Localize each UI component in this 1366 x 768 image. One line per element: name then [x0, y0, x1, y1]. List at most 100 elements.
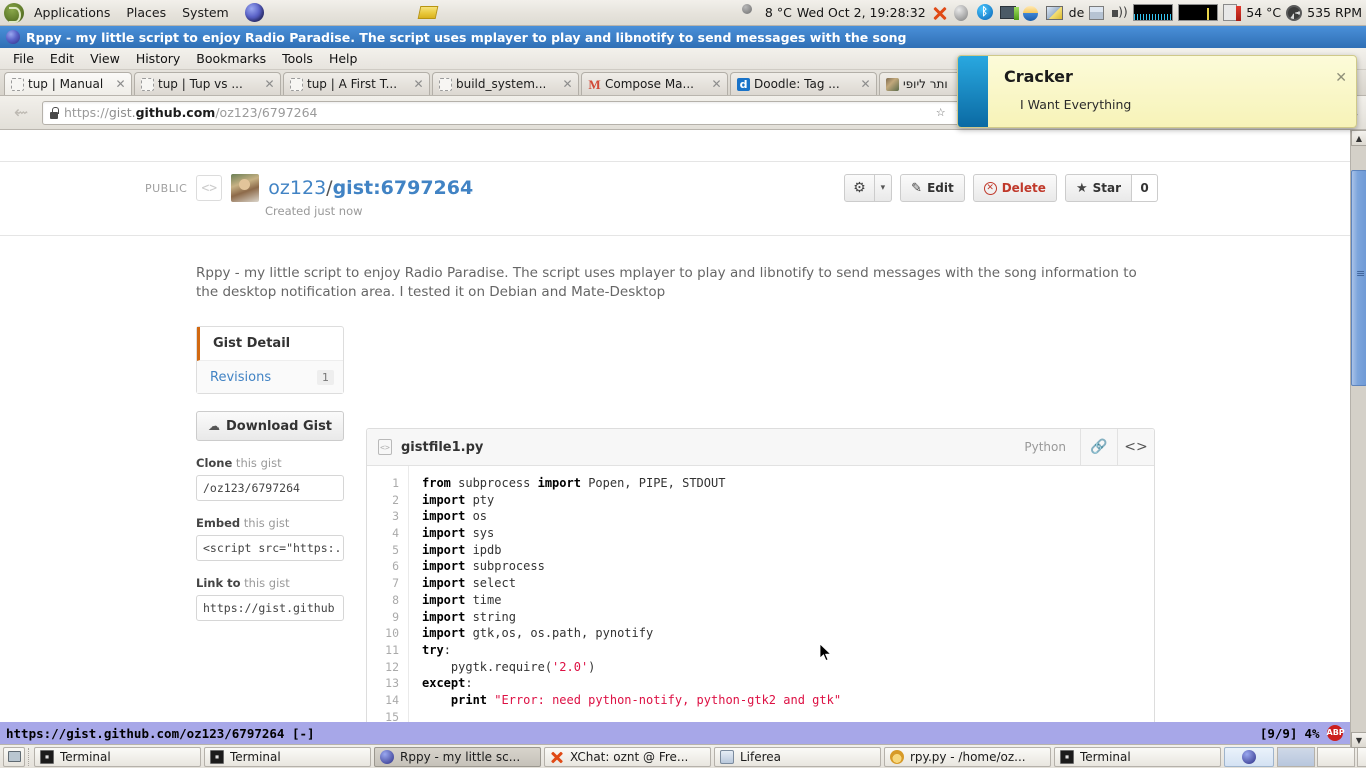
xchat-tray-icon[interactable]: [931, 4, 949, 22]
code-line: import sys: [422, 526, 495, 541]
volume-icon[interactable]: [1112, 5, 1128, 21]
revisions-label: Revisions: [210, 369, 272, 385]
browser-tab[interactable]: M Compose Ma... ✕: [581, 72, 728, 95]
tab-close-icon[interactable]: ✕: [710, 77, 723, 91]
browser-tab[interactable]: tup | Manual ✕: [4, 72, 132, 95]
clone-url-input[interactable]: /oz123/6797264: [196, 475, 344, 501]
download-gist-label: Download Gist: [225, 418, 333, 434]
keyboard-layout-indicator[interactable]: de: [1069, 5, 1085, 20]
taskbar-item[interactable]: rpy.py - /home/oz...: [884, 746, 1051, 767]
url-bar[interactable]: https://gist.github.com/oz123/6797264 ☆ …: [42, 100, 971, 125]
panel-menu-system[interactable]: System: [174, 1, 237, 25]
edit-button[interactable]: ✎ Edit: [900, 174, 965, 202]
gist-header: PUBLIC <> oz123/gist:6797264 Created jus…: [0, 162, 1350, 236]
star-button[interactable]: ★ Star: [1064, 174, 1132, 202]
gist-detail-box: Gist Detail Revisions 1: [196, 326, 344, 394]
url-host: github.com: [135, 105, 216, 120]
lock-icon: [49, 106, 59, 119]
avatar[interactable]: [231, 174, 260, 202]
scroll-up-icon[interactable]: ▲: [1351, 130, 1366, 146]
taskbar-item[interactable]: Rppy - my little sc...: [374, 746, 541, 767]
link-url-input[interactable]: https://gist.github: [196, 595, 344, 621]
photo-favicon-icon: [886, 77, 899, 91]
code-line: import gtk,os, os.path, pynotify: [422, 626, 654, 641]
tab-close-icon[interactable]: ✕: [859, 77, 872, 91]
browser-tab[interactable]: tup | Tup vs ... ✕: [134, 72, 281, 95]
tab-close-icon[interactable]: ✕: [114, 77, 127, 91]
workspace-3[interactable]: [1357, 746, 1366, 767]
menu-history[interactable]: History: [129, 48, 187, 69]
embed-code-input[interactable]: <script src="https:.: [196, 535, 344, 561]
page-scrollbar[interactable]: ▲ ▼: [1350, 130, 1366, 748]
taskbar-item-label: Terminal: [60, 749, 111, 764]
menu-bookmarks[interactable]: Bookmarks: [189, 48, 273, 69]
taskbar-item[interactable]: ▪ Terminal: [204, 746, 371, 767]
gear-dropdown-button[interactable]: ▾: [874, 174, 893, 202]
dropbox-icon[interactable]: [1022, 4, 1041, 22]
gist-owner-link[interactable]: oz123: [268, 177, 326, 199]
taskbar-item-label: Rppy - my little sc...: [400, 749, 521, 764]
tab-close-icon[interactable]: ✕: [412, 77, 425, 91]
taskbar-item[interactable]: XChat: oznt @ Fre...: [544, 746, 711, 767]
bookmark-star-icon[interactable]: ☆: [933, 106, 949, 119]
cloud-download-icon: ☁: [207, 419, 220, 433]
notes-launcher-icon[interactable]: [417, 6, 439, 19]
workspace-2[interactable]: [1317, 746, 1355, 767]
workspace-1[interactable]: [1277, 746, 1315, 767]
panel-clock[interactable]: Wed Oct 2, 19:28:32: [797, 5, 926, 20]
gear-button[interactable]: ⚙: [844, 174, 875, 202]
page-favicon-icon: [141, 77, 154, 91]
code-icon[interactable]: <>: [1118, 429, 1154, 466]
browser-tab[interactable]: d Doodle: Tag ... ✕: [730, 72, 877, 95]
tab-close-icon[interactable]: ✕: [561, 77, 574, 91]
tab-label: tup | Tup vs ...: [158, 77, 243, 91]
gist-id-link[interactable]: gist:6797264: [333, 177, 474, 199]
menu-help[interactable]: Help: [322, 48, 365, 69]
doodle-favicon-icon: d: [737, 77, 750, 91]
menu-tools[interactable]: Tools: [275, 48, 320, 69]
printer-icon[interactable]: [1089, 4, 1107, 22]
firefox-launcher-icon[interactable]: [244, 3, 264, 22]
page-favicon-icon: [11, 77, 24, 91]
delete-button[interactable]: ✕ Delete: [972, 174, 1057, 202]
scrollbar-thumb[interactable]: [1351, 170, 1366, 386]
panel-menu-places[interactable]: Places: [118, 1, 174, 25]
delete-circle-icon: ✕: [983, 181, 997, 195]
tab-close-icon[interactable]: ✕: [263, 77, 276, 91]
gist-file-name[interactable]: gistfile1.py: [401, 440, 483, 455]
taskbar-item[interactable]: Liferea: [714, 746, 881, 767]
taskbar-minimized-item[interactable]: [1224, 746, 1274, 767]
link-label-rest: this gist: [240, 576, 290, 590]
download-gist-button[interactable]: ☁ Download Gist: [196, 411, 344, 441]
gist-title-row: PUBLIC <> oz123/gist:6797264: [145, 174, 473, 202]
scroll-down-icon[interactable]: ▼: [1351, 732, 1366, 748]
edit-button-label: Edit: [927, 181, 954, 195]
taskbar-item[interactable]: ▪ Terminal: [34, 746, 201, 767]
link-label-bold: Link to: [196, 576, 241, 590]
desktop-notification[interactable]: Cracker I Want Everything ✕: [957, 55, 1357, 128]
link-icon[interactable]: 🔗: [1081, 429, 1117, 466]
sidebar-item-revisions[interactable]: Revisions 1: [197, 361, 343, 393]
revisions-count: 1: [317, 369, 334, 385]
display-settings-icon[interactable]: [1045, 4, 1064, 22]
browser-tab[interactable]: tup | A First T... ✕: [283, 72, 430, 95]
terminal-icon: ▪: [1060, 749, 1074, 764]
bluetooth-icon[interactable]: ᛒ: [976, 3, 995, 22]
taskbar-item-label: rpy.py - /home/oz...: [910, 749, 1026, 764]
adblock-icon[interactable]: ABP: [1326, 725, 1345, 741]
browser-tray-icon[interactable]: [953, 4, 972, 22]
tab-label: build_system...: [456, 77, 547, 91]
close-icon[interactable]: ✕: [1335, 70, 1347, 86]
network-monitor-icon[interactable]: [999, 4, 1019, 22]
menu-file[interactable]: File: [6, 48, 41, 69]
browser-tab[interactable]: build_system... ✕: [432, 72, 579, 95]
menu-edit[interactable]: Edit: [43, 48, 81, 69]
line-number: 3: [392, 509, 399, 524]
back-forward-button[interactable]: ⇜: [6, 101, 36, 125]
panel-menu-applications[interactable]: Applications: [26, 1, 118, 25]
mate-menu-icon[interactable]: [4, 2, 24, 23]
code-lines[interactable]: from subprocess import Popen, PIPE, STDO…: [409, 466, 1154, 748]
taskbar-item[interactable]: ▪ Terminal: [1054, 746, 1221, 767]
show-desktop-button[interactable]: [3, 746, 25, 767]
menu-view[interactable]: View: [83, 48, 127, 69]
